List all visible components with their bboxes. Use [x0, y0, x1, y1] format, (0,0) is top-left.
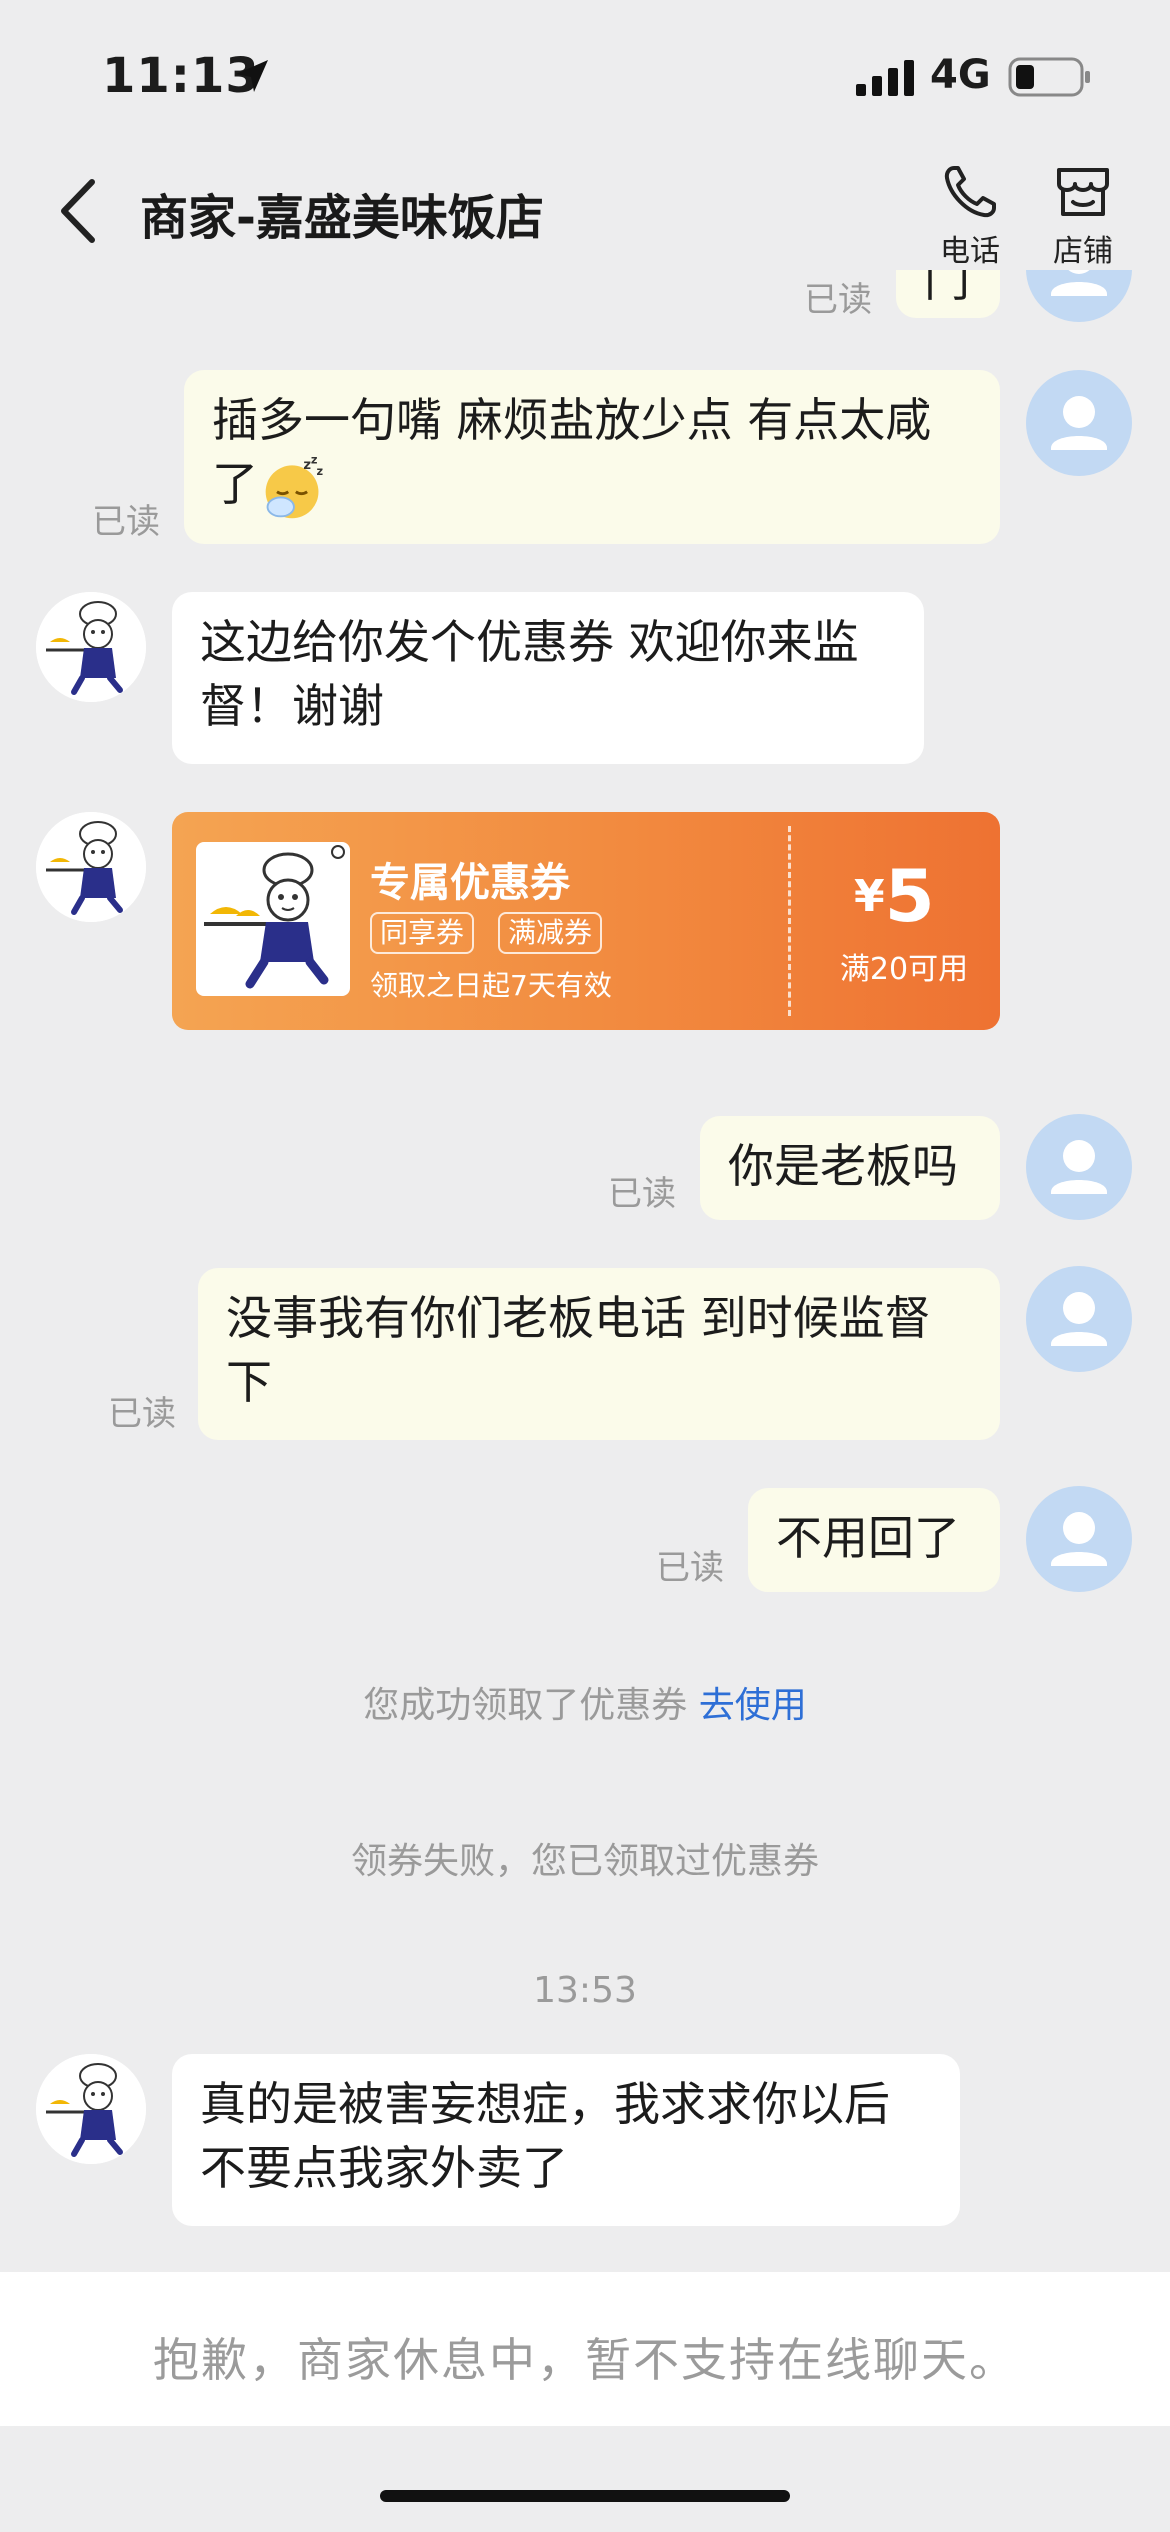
user-silhouette-icon: [1051, 1292, 1107, 1346]
chef-logo-icon: [36, 592, 146, 702]
user-avatar[interactable]: [1026, 370, 1132, 476]
coupon-value: 5: [884, 854, 935, 938]
chef-logo-icon: [204, 845, 345, 989]
message-text-line: 这边给你发个优惠券 欢迎你来监: [200, 615, 859, 669]
system-text: 您成功领取了优惠券: [363, 1685, 688, 1726]
message-bubble-outgoing: 插多一句嘴 麻烦盐放少点 有点太咸了 z z z: [184, 370, 1000, 544]
phone-label: 电话: [940, 234, 1000, 269]
user-silhouette-icon: [1051, 1140, 1107, 1194]
system-notice-failed: 领券失败，您已领取过优惠券: [350, 1841, 819, 1882]
message-bubble-outgoing: 没事我有你们老板电话 到时候监督 下: [198, 1268, 1000, 1440]
coupon-amount: ¥5: [854, 854, 935, 938]
location-arrow-icon: [236, 60, 268, 92]
user-avatar[interactable]: [1026, 1114, 1132, 1220]
message-text: 你是老板吗: [728, 1139, 958, 1193]
battery-icon: [1008, 57, 1090, 97]
message-bubble-outgoing: 你是老板吗: [700, 1116, 1000, 1220]
home-indicator[interactable]: [380, 2490, 790, 2502]
read-receipt: 已读: [92, 502, 160, 542]
network-type: 4G: [930, 52, 991, 98]
shop-button[interactable]: 店铺: [1038, 160, 1128, 270]
chat-header: 商家-嘉盛美味饭店 电话 店铺: [0, 150, 1170, 270]
system-notice-received: 您成功领取了优惠券 去使用: [0, 1676, 1170, 1728]
phone-button[interactable]: 电话: [925, 160, 1015, 270]
store-icon: [1057, 168, 1109, 216]
message-bubble-incoming: 真的是被害妄想症，我求求你以后 不要点我家外卖了: [172, 2054, 960, 2226]
message-text: 不用回了: [776, 1511, 960, 1565]
message-text-line: 真的是被害妄想症，我求求你以后: [200, 2077, 890, 2131]
coupon-validity: 领取之日起7天有效: [370, 969, 612, 1002]
cellular-signal-icon: [856, 60, 914, 96]
phone-icon: [944, 166, 996, 218]
coupon-title: 专属优惠券: [370, 860, 570, 906]
merchant-avatar[interactable]: [36, 2054, 146, 2164]
read-receipt: 已读: [108, 1394, 176, 1434]
chef-logo-icon: [36, 2054, 146, 2164]
coupon-currency: ¥: [854, 871, 885, 922]
read-receipt: 已读: [608, 1174, 676, 1214]
partial-message-row: 已读 门: [0, 270, 1170, 330]
chat-timestamp: 13:53: [533, 1970, 637, 2011]
merchant-avatar[interactable]: [36, 812, 146, 922]
read-receipt: 已读: [656, 1548, 724, 1588]
coupon-logo: [196, 842, 350, 996]
user-silhouette-icon: [1051, 396, 1107, 450]
status-bar: 11:13 4G: [0, 0, 1170, 150]
coupon-tag: 满减券: [498, 912, 603, 954]
user-avatar[interactable]: [1026, 1486, 1132, 1592]
watermark: XIZI: [940, 2292, 1077, 2355]
user-avatar[interactable]: [1026, 1266, 1132, 1372]
message-bubble-outgoing: 不用回了: [748, 1488, 1000, 1592]
coupon-card[interactable]: 专属优惠券 同享券 满减券 领取之日起7天有效 ¥5 满20可用: [172, 812, 1000, 1030]
coupon-tag: 同享券: [370, 912, 475, 954]
message-text-line: 下: [226, 1355, 272, 1409]
user-silhouette-icon: [1051, 1512, 1107, 1566]
coupon-divider: [788, 826, 791, 1016]
use-coupon-link[interactable]: 去使用: [699, 1685, 807, 1726]
svg-text:z: z: [317, 465, 324, 478]
sleepy-emoji-icon: z z z: [265, 456, 324, 519]
message-bubble-incoming: 这边给你发个优惠券 欢迎你来监 督！谢谢: [172, 592, 924, 764]
chat-title: 商家-嘉盛美味饭店: [140, 190, 544, 246]
read-receipt: 已读: [804, 280, 872, 320]
message-text-line: 督！谢谢: [200, 679, 384, 733]
message-bubble-partial: 门: [896, 270, 1000, 318]
back-arrow-icon[interactable]: [56, 176, 104, 246]
message-text-line: 没事我有你们老板电话 到时候监督: [226, 1291, 931, 1345]
shop-label: 店铺: [1053, 234, 1113, 269]
user-silhouette-icon: [1051, 270, 1107, 296]
coupon-condition: 满20可用: [839, 952, 969, 987]
message-text-line: 不要点我家外卖了: [200, 2141, 568, 2195]
merchant-avatar[interactable]: [36, 592, 146, 702]
chef-logo-icon: [36, 812, 146, 922]
message-text: 门: [924, 270, 970, 307]
user-avatar[interactable]: [1026, 270, 1132, 322]
